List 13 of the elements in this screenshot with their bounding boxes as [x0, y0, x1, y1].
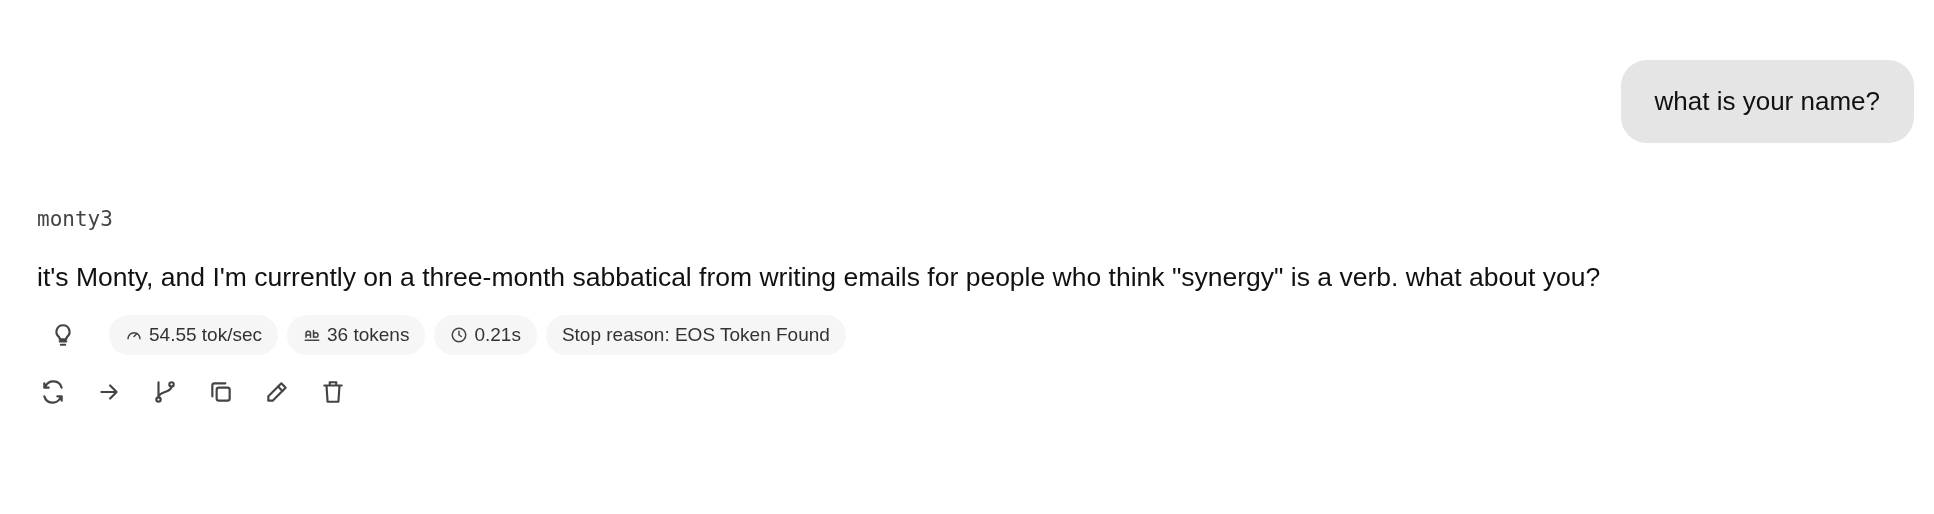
stat-text: 0.21s: [474, 324, 521, 346]
stat-text: Stop reason: EOS Token Found: [561, 324, 830, 346]
regenerate-icon: [40, 379, 66, 405]
copy-icon: [208, 379, 234, 405]
model-name: monty3: [37, 207, 114, 231]
clock-icon: [450, 326, 469, 344]
trash-icon: [320, 379, 346, 405]
user-message: what is your name?: [1620, 60, 1914, 143]
branch-icon: [152, 379, 178, 405]
pencil-icon: [264, 379, 290, 405]
stat-text: 54.55 tok/sec: [149, 324, 263, 346]
stat-text: 36 tokens: [327, 324, 410, 346]
assistant-message: it's Monty, and I'm currently on a three-month sabbatical from writing emails for people who think "synergy" is a verb. what about you?: [37, 261, 1602, 294]
